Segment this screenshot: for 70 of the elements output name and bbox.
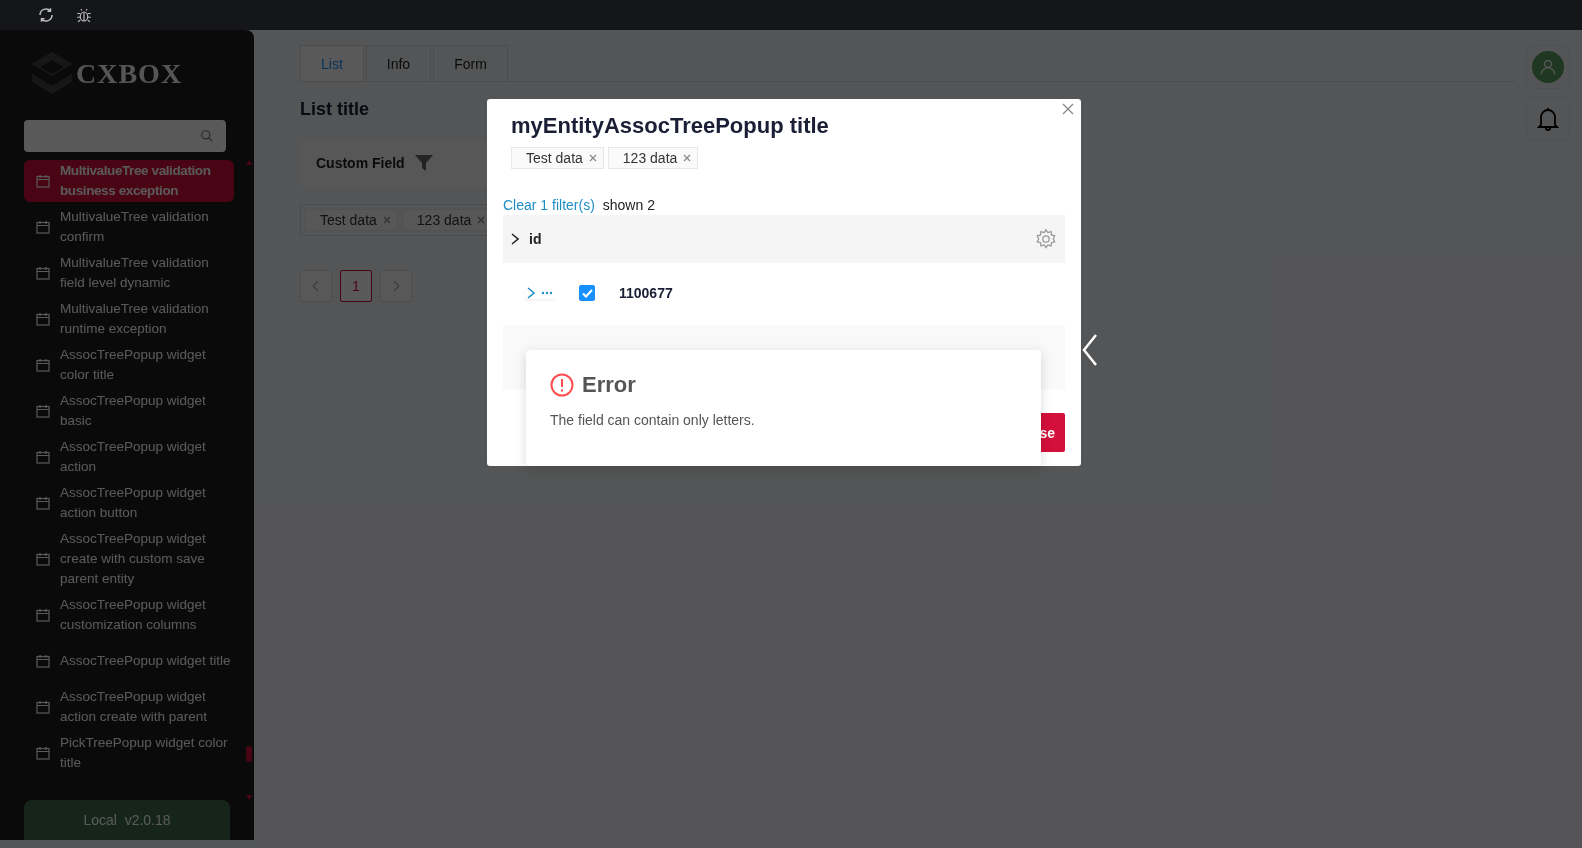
close-icon[interactable] <box>382 216 391 224</box>
filter-tag[interactable]: Test data <box>511 147 604 169</box>
shown-count: shown 2 <box>602 197 655 213</box>
filter-tag[interactable]: 123 data <box>607 147 699 169</box>
calendar-icon <box>36 654 50 668</box>
expand-button[interactable] <box>525 287 555 299</box>
calendar-icon <box>36 220 50 234</box>
menu-item[interactable]: AssocTreePopup widget create with custom save parent entity <box>24 528 234 590</box>
chevron-left-icon <box>312 280 320 292</box>
search-icon <box>200 129 214 143</box>
filter-tag[interactable]: Test data <box>305 209 398 231</box>
menu-item[interactable]: AssocTreePopup widget title <box>24 640 234 682</box>
dots-icon <box>541 291 553 295</box>
calendar-icon <box>36 608 50 622</box>
chevron-right-icon[interactable] <box>511 233 519 245</box>
menu-item[interactable]: AssocTreePopup widget customization columns <box>24 594 234 636</box>
close-button[interactable] <box>1061 103 1075 117</box>
calendar-icon <box>36 404 50 418</box>
menu-item[interactable]: PickTreePopup widget color title <box>24 732 234 774</box>
menu-item[interactable]: MultivalueTree validation business exception <box>24 160 234 202</box>
calendar-icon <box>36 552 50 566</box>
chevron-right-icon <box>527 287 535 299</box>
filter-icon[interactable] <box>414 155 433 171</box>
dialog-title: myEntityAssocTreePopup title <box>511 113 830 139</box>
scrollbar-thumb[interactable] <box>246 746 252 762</box>
tab[interactable]: List <box>300 45 364 81</box>
calendar-icon <box>36 358 50 372</box>
logo-text: CXBOX <box>76 58 183 90</box>
menu-item[interactable]: AssocTreePopup widget color title <box>24 344 234 386</box>
menu-item[interactable]: AssocTreePopup widget action button <box>24 482 234 524</box>
calendar-icon <box>36 700 50 714</box>
error-icon <box>550 373 574 397</box>
calendar-icon <box>36 450 50 464</box>
menu-item[interactable]: AssocTreePopup widget action create with parent <box>24 686 234 728</box>
tab[interactable]: Form <box>433 45 508 81</box>
settings-icon[interactable] <box>1035 228 1057 250</box>
calendar-icon <box>36 746 50 760</box>
tab[interactable]: Info <box>365 45 432 81</box>
close-icon[interactable] <box>683 154 692 162</box>
bug-icon[interactable] <box>75 6 93 24</box>
chevron-icon <box>1081 334 1097 366</box>
list-title: List title <box>300 99 369 120</box>
refresh-icon[interactable] <box>37 6 55 24</box>
calendar-icon <box>36 266 50 280</box>
column-title: id <box>529 231 542 247</box>
calendar-icon <box>36 174 50 188</box>
page-button[interactable]: 1 <box>340 270 372 302</box>
menu-item[interactable]: AssocTreePopup widget basic <box>24 390 234 432</box>
bell-icon <box>1537 107 1559 131</box>
close-icon[interactable] <box>477 216 486 224</box>
calendar-icon <box>36 496 50 510</box>
error-message: The field can contain only letters. <box>550 412 756 428</box>
column-title: Custom Field <box>316 155 405 171</box>
user-icon <box>1539 58 1557 76</box>
error-title: Error <box>582 372 636 398</box>
menu-item[interactable]: MultivalueTree validation confirm <box>24 206 234 248</box>
row-checkbox[interactable] <box>579 285 595 301</box>
version-label: Local v2.0.18 <box>24 800 230 840</box>
avatar-button[interactable] <box>1526 45 1570 89</box>
menu-item[interactable]: AssocTreePopup widget action <box>24 436 234 478</box>
menu-item[interactable]: MultivalueTree validation field level dynamic <box>24 252 234 294</box>
close-icon[interactable] <box>588 154 597 162</box>
notifications-button[interactable] <box>1526 97 1570 141</box>
menu-item[interactable]: MultivalueTree validation runtime exception <box>24 298 234 340</box>
chevron-right-icon <box>392 280 400 292</box>
id-cell: 1100677 <box>619 285 673 301</box>
clear-filters-link[interactable]: Clear 1 filter(s) <box>503 197 595 213</box>
calendar-icon <box>36 312 50 326</box>
search-field[interactable] <box>24 120 226 152</box>
close-icon <box>1062 103 1074 115</box>
